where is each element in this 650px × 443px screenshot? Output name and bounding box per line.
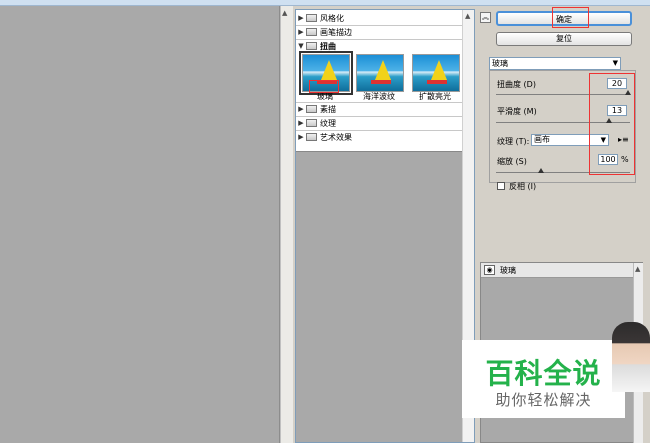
expand-arrow-icon[interactable]: ▶: [296, 28, 306, 36]
folder-icon: [306, 105, 317, 113]
expand-arrow-icon[interactable]: ▶: [296, 14, 306, 22]
expand-arrow-icon[interactable]: ▶: [296, 119, 306, 127]
watermark-subtitle: 助你轻松解决: [495, 391, 592, 409]
invert-checkbox[interactable]: [497, 182, 505, 190]
highlight-box-glass: [309, 80, 339, 93]
open-folder-icon: [306, 42, 317, 50]
thumb-label-diffuse-glow: 扩散亮光: [419, 92, 451, 101]
filter-select-value: 玻璃: [492, 59, 508, 68]
thumb-diffuse-glow[interactable]: [412, 54, 460, 92]
invert-label: 反相 (I): [509, 182, 537, 191]
scaling-label: 缩放 (S): [497, 157, 527, 166]
folder-icon: [306, 14, 317, 22]
watermark-title: 百科全说: [485, 357, 602, 390]
tree-item-label: 画笔描边: [320, 27, 352, 37]
chevron-down-icon: ▼: [612, 59, 618, 67]
thumb-label-ocean-ripple: 海洋波纹: [363, 92, 395, 101]
tree-item-label: 纹理: [320, 118, 336, 128]
folder-icon: [306, 28, 317, 36]
tree-item-distort[interactable]: ▼ 扭曲: [296, 40, 464, 52]
filter-select[interactable]: 玻璃 ▼: [489, 57, 621, 70]
preview-scrollbar[interactable]: ▲: [280, 6, 293, 443]
filter-tree-panel: ▶ 风格化 ▶ 画笔描边 ▼ 扭曲 玻璃 海洋波纹 扩散亮光 ▶ 素描 ▶ 纹理…: [295, 9, 475, 443]
tree-empty-area: [296, 151, 463, 442]
scaling-slider-knob[interactable]: [538, 168, 544, 173]
scroll-up-icon[interactable]: ▲: [282, 9, 287, 17]
folder-icon: [306, 133, 317, 141]
preview-canvas[interactable]: [0, 6, 280, 443]
tree-item-label: 风格化: [320, 13, 344, 23]
tree-item-brush-strokes[interactable]: ▶ 画笔描边: [296, 26, 464, 38]
smoothness-label: 平滑度 (M): [497, 107, 537, 116]
collapse-double-arrow-icon[interactable]: ︽: [480, 12, 491, 23]
tree-item-stylize[interactable]: ▶ 风格化: [296, 12, 464, 24]
tree-item-artistic[interactable]: ▶ 艺术效果: [296, 131, 464, 143]
tree-item-label: 素描: [320, 104, 336, 114]
collapse-arrow-icon[interactable]: ▼: [296, 42, 306, 50]
highlight-box-params: [589, 73, 635, 175]
thumb-ocean-ripple[interactable]: [356, 54, 404, 92]
expand-arrow-icon[interactable]: ▶: [296, 105, 306, 113]
texture-label: 纹理 (T):: [497, 137, 530, 146]
tree-item-sketch[interactable]: ▶ 素描: [296, 103, 464, 115]
eye-icon[interactable]: ◉: [484, 265, 495, 275]
scroll-up-icon[interactable]: ▲: [465, 12, 470, 20]
scroll-up-icon[interactable]: ▲: [635, 265, 640, 273]
tree-item-label: 扭曲: [320, 41, 336, 51]
tree-item-texture[interactable]: ▶ 纹理: [296, 117, 464, 129]
tree-item-label: 艺术效果: [320, 132, 352, 142]
expand-arrow-icon[interactable]: ▶: [296, 133, 306, 141]
layer-name: 玻璃: [500, 266, 516, 275]
texture-select-value: 画布: [534, 135, 550, 144]
distortion-label: 扭曲度 (D): [497, 80, 536, 89]
highlight-box-ok: [552, 7, 589, 28]
reset-button[interactable]: 复位: [496, 32, 632, 46]
folder-icon: [306, 119, 317, 127]
